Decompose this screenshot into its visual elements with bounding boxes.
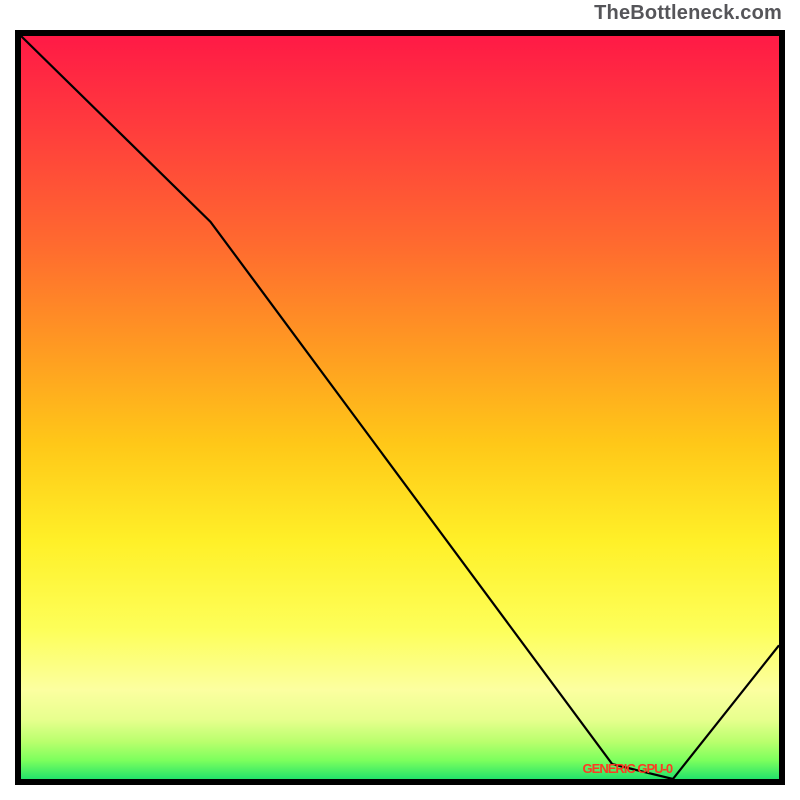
chart-line [21,36,779,779]
chart-plot-area: GENERIC GPU-0 [15,30,785,785]
chart-data-point-label: GENERIC GPU-0 [583,761,673,776]
attribution-label: TheBottleneck.com [594,2,782,25]
